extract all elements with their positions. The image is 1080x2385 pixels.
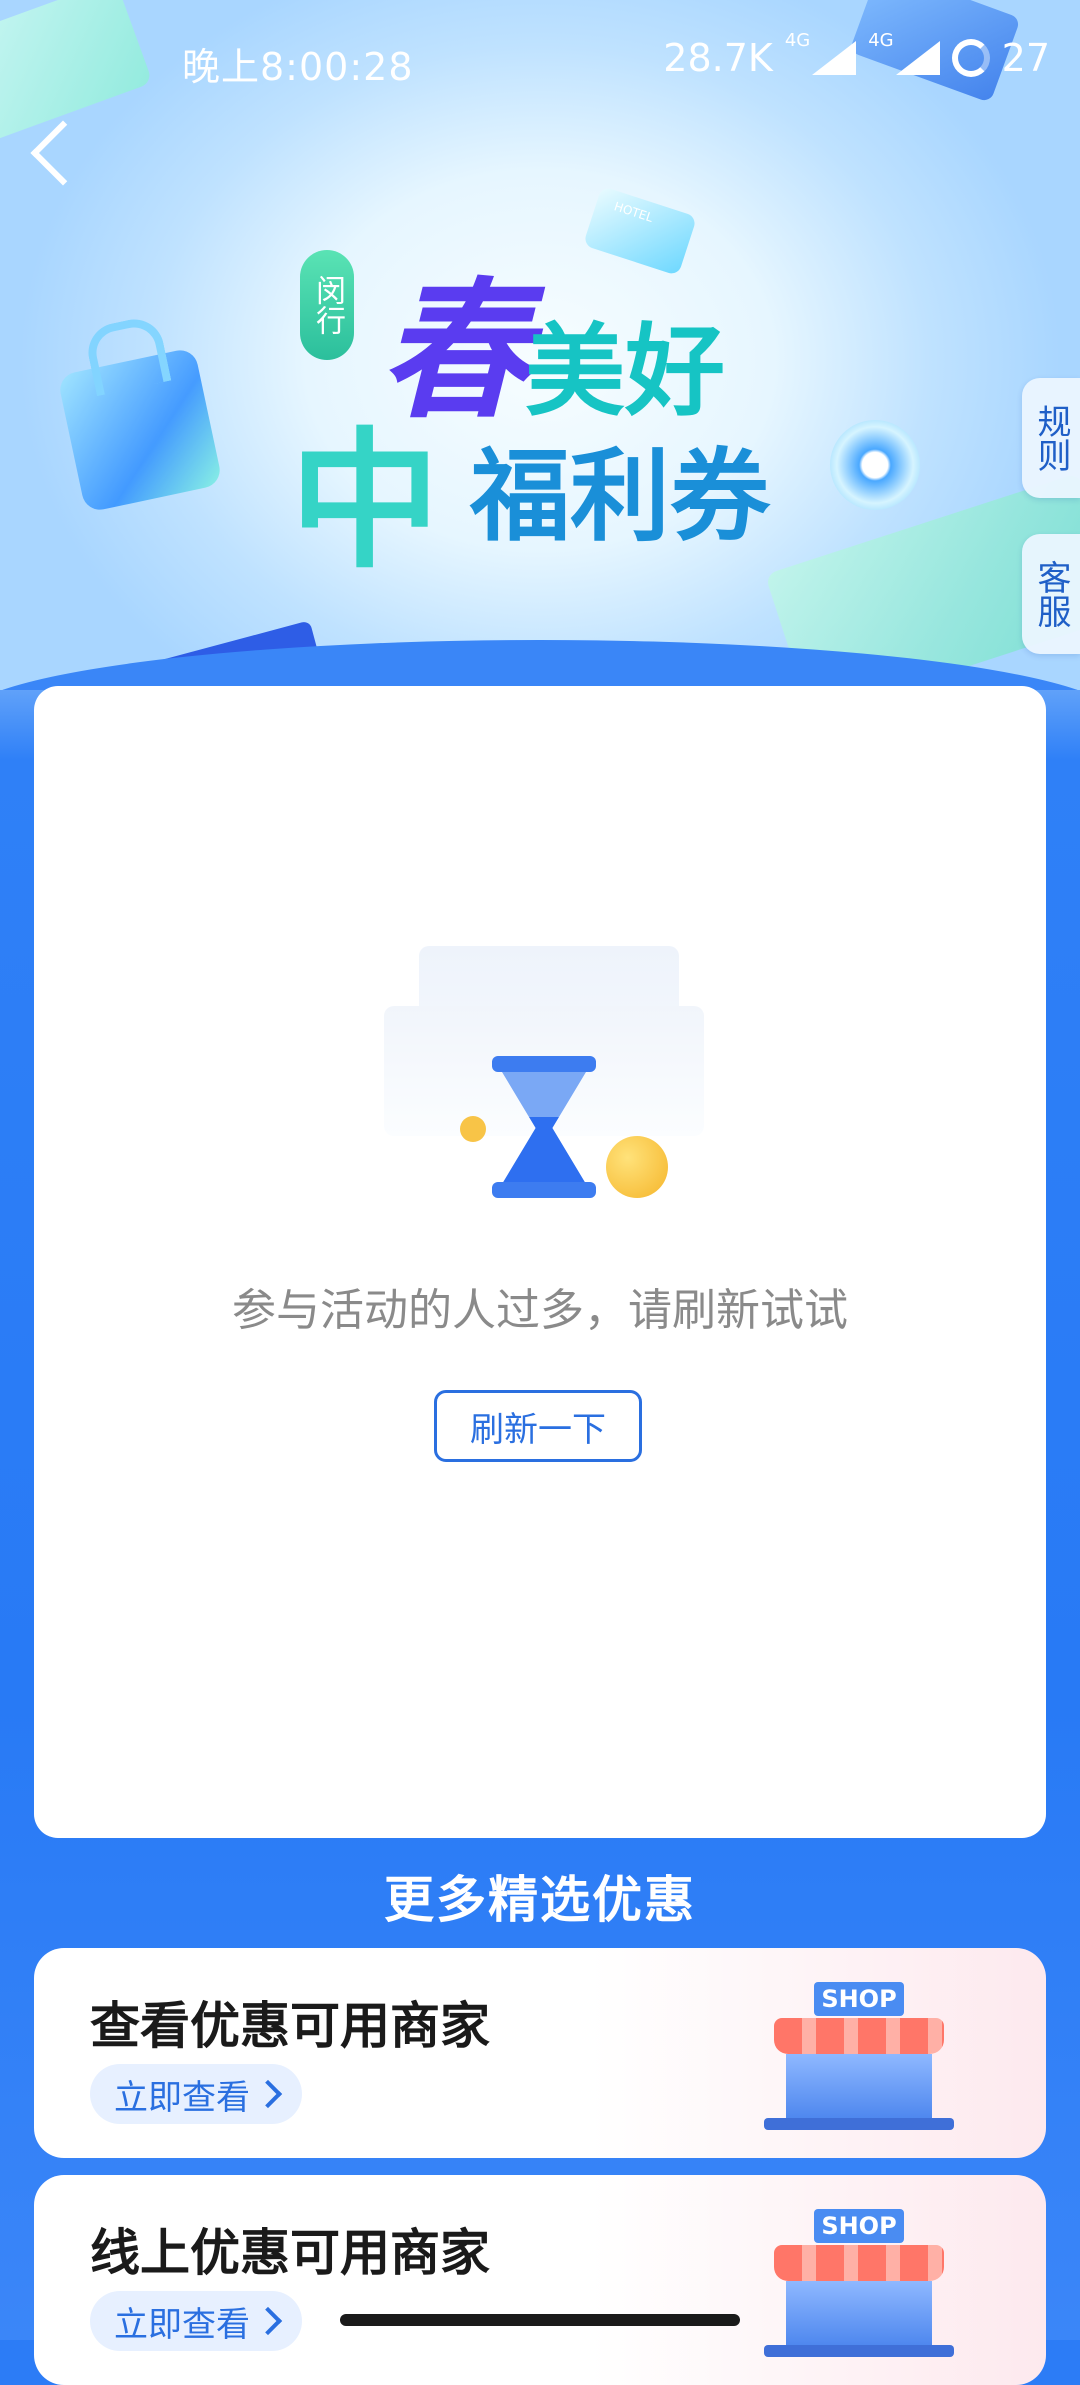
signal-icon xyxy=(895,41,940,75)
promo-card-merchants[interactable]: 查看优惠可用商家 立即查看 SHOP xyxy=(34,1948,1046,2158)
film-reel-icon xyxy=(830,420,920,510)
rules-tab[interactable]: 规则 xyxy=(1022,378,1080,498)
signal-label: 4G xyxy=(784,29,811,51)
shop-awning xyxy=(774,2245,944,2281)
customer-service-tab[interactable]: 客服 xyxy=(1022,534,1080,654)
title-char-zhong: 中 xyxy=(290,415,441,589)
refresh-button[interactable]: 刷新一下 xyxy=(434,1390,642,1462)
chevron-right-icon xyxy=(253,2079,283,2109)
promo-card-online-merchants[interactable]: 线上优惠可用商家 立即查看 SHOP xyxy=(34,2175,1046,2385)
signal-label: 4G xyxy=(868,29,894,51)
activity-card: 参与活动的人过多，请刷新试试 刷新一下 xyxy=(34,686,1046,1838)
hourglass-icon xyxy=(492,1182,596,1198)
shop-body xyxy=(786,2281,932,2347)
busy-message: 参与活动的人过多，请刷新试试 xyxy=(232,1285,848,1336)
status-time: 晚上8:00:28 xyxy=(182,45,414,89)
title-fuli: 福利券 xyxy=(470,438,770,555)
status-indicators: 28.7K 4G 4G 27 xyxy=(663,30,1050,81)
coin-icon xyxy=(460,1116,486,1142)
shop-base xyxy=(764,2345,954,2357)
shop-icon: SHOP xyxy=(764,1982,954,2132)
promo-title: 线上优惠可用商家 xyxy=(90,2224,490,2282)
busy-illustration xyxy=(384,946,704,1206)
home-indicator[interactable] xyxy=(340,2314,740,2326)
battery-icon xyxy=(951,39,990,77)
view-now-button[interactable]: 立即查看 xyxy=(90,2291,302,2351)
district-tag: 闵行 xyxy=(300,250,354,360)
battery-level: 27 xyxy=(1001,36,1050,80)
network-speed: 28.7K xyxy=(663,36,773,80)
shop-body xyxy=(786,2054,932,2120)
status-bar: 晚上8:00:28 28.7K 4G 4G 27 xyxy=(0,0,1080,120)
promo-title: 查看优惠可用商家 xyxy=(90,1997,490,2055)
view-now-button[interactable]: 立即查看 xyxy=(90,2064,302,2124)
shop-base xyxy=(764,2118,954,2130)
shop-sign: SHOP xyxy=(814,2209,904,2243)
shop-icon: SHOP xyxy=(764,2209,954,2359)
title-meihao: 美好 xyxy=(525,313,725,430)
hotel-label: HOTEL xyxy=(612,199,655,225)
shop-sign: SHOP xyxy=(814,1982,904,2016)
shopping-bag-icon xyxy=(56,346,224,514)
signal-icon xyxy=(812,41,857,75)
chevron-right-icon xyxy=(253,2306,283,2336)
hero-title: 闵行 春 美好 中 福利券 xyxy=(290,230,800,589)
shop-awning xyxy=(774,2018,944,2054)
view-now-label: 立即查看 xyxy=(114,2077,250,2118)
section-title: 更多精选优惠 xyxy=(384,1871,696,1929)
coin-icon xyxy=(606,1136,668,1198)
view-now-label: 立即查看 xyxy=(114,2304,250,2345)
hourglass-icon xyxy=(492,1056,596,1072)
